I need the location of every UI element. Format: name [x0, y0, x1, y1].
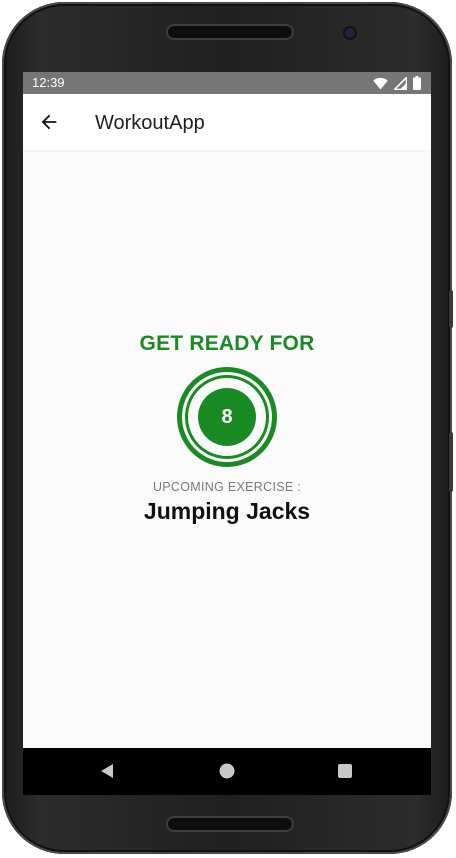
app-title: WorkoutApp: [95, 112, 205, 134]
wifi-icon: [373, 77, 388, 89]
device-screen: 12:39 WorkoutApp GET READY FOR 8 UPCOMIN…: [23, 72, 431, 795]
volume-button: [449, 290, 453, 328]
earpiece-speaker: [166, 24, 294, 40]
get-ready-heading: GET READY FOR: [139, 332, 315, 355]
exercise-ready-view: GET READY FOR 8 UPCOMING EXERCISE : Jump…: [23, 150, 431, 795]
bottom-speaker: [166, 816, 294, 832]
signal-icon: [394, 76, 407, 90]
app-bar: WorkoutApp: [23, 94, 431, 150]
countdown-timer: 8: [177, 367, 277, 467]
status-icons: [373, 76, 421, 90]
back-triangle-icon[interactable]: [99, 762, 115, 780]
upcoming-exercise-name: Jumping Jacks: [143, 498, 311, 524]
navigation-bar: [23, 748, 431, 795]
battery-icon: [413, 76, 421, 90]
status-bar: 12:39: [23, 72, 431, 94]
power-button: [449, 432, 453, 492]
status-time: 12:39: [32, 75, 65, 90]
recents-square-icon[interactable]: [337, 762, 353, 780]
front-camera: [345, 28, 355, 38]
timer-value: 8: [221, 406, 233, 428]
upcoming-exercise-label: UPCOMING EXERCISE :: [152, 480, 302, 494]
home-circle-icon[interactable]: [218, 762, 236, 780]
arrow-back-icon[interactable]: [38, 111, 60, 133]
